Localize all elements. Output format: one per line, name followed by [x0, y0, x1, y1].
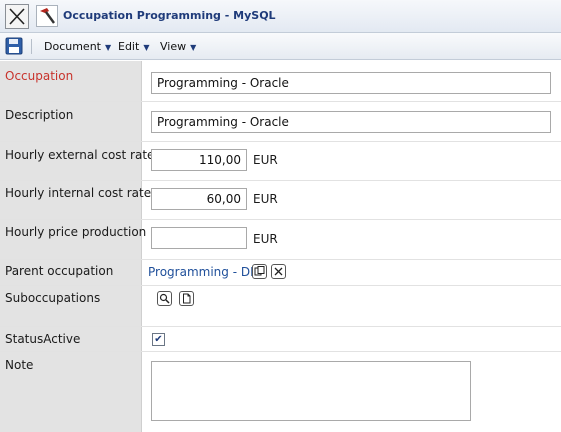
occupation-label: Occupation: [5, 69, 74, 83]
chevron-down-icon: ▼: [190, 43, 197, 52]
new-document-icon: [183, 293, 191, 304]
row-divider: [0, 351, 561, 352]
row-divider: [0, 180, 561, 181]
menu-edit[interactable]: Edit ▼: [118, 40, 149, 53]
toolbar: Document ▼ Edit ▼ View ▼: [0, 33, 561, 60]
menu-view[interactable]: View ▼: [160, 40, 196, 53]
magnifier-icon: [159, 293, 170, 304]
chevron-down-icon: ▼: [105, 43, 112, 52]
description-field[interactable]: [151, 111, 551, 133]
menu-document[interactable]: Document ▼: [44, 40, 111, 53]
title-bar: Occupation Programming - MySQL: [0, 0, 561, 33]
hourly-internal-label: Hourly internal cost rate: [5, 186, 152, 200]
description-label: Description: [5, 108, 74, 122]
search-suboccupations-button[interactable]: [157, 291, 172, 306]
note-label: Note: [5, 358, 34, 372]
row-divider: [0, 141, 561, 142]
row-divider: [0, 219, 561, 220]
window-title: Occupation Programming - MySQL: [63, 9, 276, 22]
occupation-field[interactable]: [151, 72, 551, 94]
status-active-checkbox[interactable]: ✔: [152, 333, 165, 346]
row-divider: [0, 259, 561, 260]
suboccupations-label: Suboccupations: [5, 291, 101, 305]
menu-document-label: Document: [44, 40, 101, 53]
close-button[interactable]: [5, 4, 29, 29]
status-active-label: StatusActive: [5, 332, 81, 346]
occupation-form: Occupation Description Hourly external c…: [0, 61, 561, 432]
hourly-price-field[interactable]: [151, 227, 247, 249]
copy-icon: [254, 266, 265, 276]
new-suboccupation-button[interactable]: [179, 291, 194, 306]
toolbar-separator: [31, 39, 32, 54]
hourly-internal-field[interactable]: [151, 188, 247, 210]
checkmark-icon: ✔: [154, 334, 163, 345]
floppy-disk-icon: [5, 37, 23, 55]
menu-edit-label: Edit: [118, 40, 140, 53]
clear-x-icon: [274, 267, 283, 276]
row-divider: [0, 285, 561, 286]
note-textarea[interactable]: [151, 361, 471, 421]
copy-button[interactable]: [252, 264, 267, 279]
save-button[interactable]: [5, 37, 23, 55]
row-divider: [0, 101, 561, 102]
hourly-price-unit: EUR: [253, 232, 278, 246]
hammer-icon: [36, 5, 58, 27]
hourly-internal-unit: EUR: [253, 192, 278, 206]
hourly-price-label: Hourly price production: [5, 225, 147, 239]
chevron-down-icon: ▼: [143, 43, 150, 52]
parent-occupation-label: Parent occupation: [5, 264, 114, 278]
clear-parent-button[interactable]: [271, 264, 286, 279]
hourly-external-label: Hourly external cost rate: [5, 148, 155, 162]
close-x-icon: [9, 8, 25, 25]
hourly-external-unit: EUR: [253, 153, 278, 167]
hourly-external-field[interactable]: [151, 149, 247, 171]
menu-view-label: View: [160, 40, 187, 53]
row-divider: [0, 326, 561, 327]
parent-occupation-link[interactable]: Programming - DB: [148, 265, 258, 279]
